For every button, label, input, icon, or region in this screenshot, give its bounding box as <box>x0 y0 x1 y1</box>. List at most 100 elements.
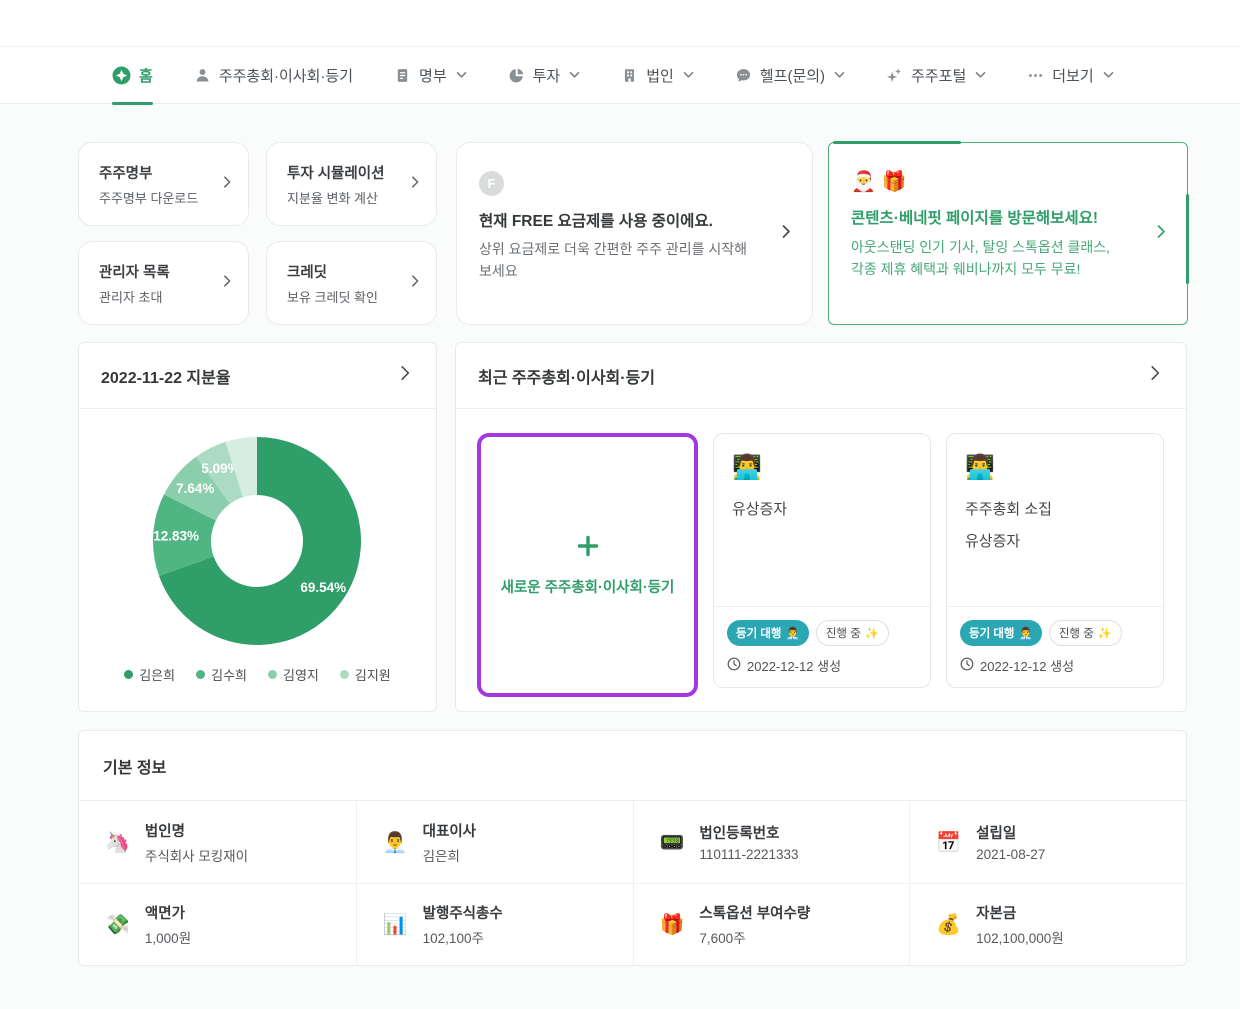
nav-tab-more[interactable]: 더보기 <box>1027 47 1113 104</box>
free-plan-card[interactable]: F 현재 FREE 요금제를 사용 중이에요. 상위 요금제로 더욱 간편한 주… <box>456 142 813 325</box>
recent-card-body: 새로운 주주총회·이사회·등기 👨‍💻 유상증자 등기 대행 👨‍💼 <box>456 409 1186 697</box>
nav-tab-help[interactable]: 헬프(문의) <box>735 47 845 104</box>
nav-tab-registry[interactable]: 명부 <box>394 47 467 104</box>
nav-tab-investment[interactable]: 투자 <box>508 47 581 104</box>
quick-card-admin-list[interactable]: 관리자 목록 관리자 초대 <box>78 241 249 325</box>
event-card-meeting-capital-increase[interactable]: 👨‍💻 주주총회 소집 유상증자 등기 대행 👨‍💼 진행 중 <box>946 433 1164 688</box>
more-dots-icon <box>1027 67 1044 84</box>
building-icon <box>621 67 638 84</box>
nav-tab-general-meetings[interactable]: 주주총회·이사회·등기 <box>194 47 353 104</box>
in-progress-badge: 진행 중 ✨ <box>816 620 889 646</box>
chevron-right-icon <box>220 175 234 194</box>
nav-label: 법인 <box>646 65 674 86</box>
quick-card-title: 주주명부 <box>99 162 198 183</box>
info-cell-stock-options: 🎁 스톡옵션 부여수량 7,600주 <box>633 883 910 965</box>
info-label: 법인등록번호 <box>699 822 798 843</box>
quick-card-subtitle: 주주명부 다운로드 <box>99 188 198 207</box>
info-value: 7,600주 <box>699 927 810 947</box>
in-progress-badge: 진행 중 ✨ <box>1049 620 1122 646</box>
money-bag-emoji: 💰 <box>936 912 961 937</box>
quick-card-shareholder-list[interactable]: 주주명부 주주명부 다운로드 <box>78 142 249 226</box>
clock-icon <box>727 657 741 674</box>
office-worker-emoji: 👨‍💼 <box>383 830 408 855</box>
recent-card-header: 최근 주주총회·이사회·등기 <box>456 343 1186 409</box>
legend-name: 김영지 <box>283 665 319 684</box>
main-navbar: 홈 주주총회·이사회·등기 명부 투자 법인 <box>0 47 1240 104</box>
technologist-emoji: 👨‍💻 <box>965 453 1145 482</box>
info-value: 2021-08-27 <box>976 847 1045 862</box>
pager-emoji: 📟 <box>660 830 685 855</box>
legend-dot <box>196 670 205 679</box>
ownership-card: 2022-11-22 지분율 69.54%12.83%7.64%5.09% 김은… <box>78 342 437 712</box>
sparkles-emoji: ✨ <box>865 626 879 640</box>
ownership-card-header: 2022-11-22 지분율 <box>79 343 436 409</box>
info-label: 액면가 <box>145 902 191 923</box>
info-label: 자본금 <box>976 902 1064 923</box>
gift-emoji: 🎁 <box>660 912 685 937</box>
promo-title: 콘텐츠·베네핏 페이지를 방문해보세요! <box>851 206 1165 228</box>
event-title-line2: 유상증자 <box>965 526 1145 558</box>
chevron-right-icon[interactable] <box>1146 364 1164 387</box>
nav-label: 홈 <box>139 65 153 86</box>
nav-tab-corporation[interactable]: 법인 <box>621 47 694 104</box>
legend-name: 김지원 <box>355 665 391 684</box>
legend-dot <box>340 670 349 679</box>
nav-label: 명부 <box>419 65 447 86</box>
legend-item: 김영지 <box>268 665 319 684</box>
quick-card-subtitle: 보유 크레딧 확인 <box>287 287 378 306</box>
legend-item: 김지원 <box>340 665 391 684</box>
top-blank-band <box>0 0 1240 47</box>
santa-gift-emoji: 🎅 🎁 <box>851 169 1165 194</box>
plus-icon <box>576 534 600 563</box>
event-card-capital-increase[interactable]: 👨‍💻 유상증자 등기 대행 👨‍💼 진행 중 ✨ <box>713 433 931 688</box>
chevron-down-icon <box>456 71 467 79</box>
chevron-right-icon[interactable] <box>396 364 414 387</box>
unicorn-emoji: 🦄 <box>105 830 130 855</box>
donut-segment-label: 69.54% <box>300 580 346 595</box>
registration-agency-badge: 등기 대행 👨‍💼 <box>727 620 809 646</box>
info-value: 110111-2221333 <box>699 847 798 862</box>
quick-card-subtitle: 지분율 변화 계산 <box>287 188 384 207</box>
event-title-line1: 주주총회 소집 <box>965 494 1145 526</box>
plan-title: 현재 FREE 요금제를 사용 중이에요. <box>479 209 790 231</box>
info-value: 주식회사 모킹재이 <box>145 845 248 865</box>
registration-agency-badge: 등기 대행 👨‍💼 <box>960 620 1042 646</box>
nav-tab-shareholder-portal[interactable]: 주주포털 <box>886 47 986 104</box>
middle-row: 2022-11-22 지분율 69.54%12.83%7.64%5.09% 김은… <box>78 342 1240 712</box>
ownership-chart-area: 69.54%12.83%7.64%5.09% 김은희김수희김영지김지원 <box>79 409 436 684</box>
promo-line1: 아웃스탠딩 인기 기사, 탈잉 스톡옵션 클래스, <box>851 237 1165 259</box>
nav-label: 주주총회·이사회·등기 <box>219 65 353 86</box>
info-cell-ceo: 👨‍💼 대표이사 김은희 <box>356 801 633 883</box>
quick-card-credit[interactable]: 크레딧 보유 크레딧 확인 <box>266 241 437 325</box>
chevron-down-icon <box>1103 71 1114 79</box>
money-wings-emoji: 💸 <box>105 912 130 937</box>
quick-card-title: 투자 시뮬레이션 <box>287 162 384 183</box>
benefit-promo-card[interactable]: 🎅 🎁 콘텐츠·베네핏 페이지를 방문해보세요! 아웃스탠딩 인기 기사, 탈잉… <box>828 142 1188 325</box>
pie-icon <box>508 67 525 84</box>
basic-info-title: 기본 정보 <box>79 731 1186 801</box>
plan-badge: F <box>479 171 504 196</box>
quick-card-investment-simulation[interactable]: 투자 시뮬레이션 지분율 변화 계산 <box>266 142 437 226</box>
info-cell-founding-date: 📅 설립일 2021-08-27 <box>909 801 1186 883</box>
event-title-line1: 유상증자 <box>732 494 912 526</box>
person-icon <box>194 67 211 84</box>
info-value: 102,100주 <box>423 927 503 947</box>
chevron-down-icon <box>975 71 986 79</box>
info-label: 설립일 <box>976 822 1045 843</box>
basic-info-grid: 🦄 법인명 주식회사 모킹재이 👨‍💼 대표이사 김은희 📟 법인등록번호 11… <box>79 801 1186 965</box>
recent-registrations-card: 최근 주주총회·이사회·등기 새로운 주주총회·이사회·등기 👨‍💻 유상증자 <box>455 342 1187 712</box>
sparkles-icon <box>886 67 903 84</box>
info-label: 법인명 <box>145 820 248 841</box>
new-registration-card[interactable]: 새로운 주주총회·이사회·등기 <box>477 433 698 697</box>
chat-icon <box>735 67 752 84</box>
nav-tab-home[interactable]: 홈 <box>112 47 153 104</box>
legend-item: 김수희 <box>196 665 247 684</box>
chart-legend: 김은희김수희김영지김지원 <box>79 665 436 684</box>
promo-line2: 각종 제휴 혜택과 웨비나까지 모두 무료! <box>851 259 1165 281</box>
nav-label: 투자 <box>533 65 561 86</box>
calendar-emoji: 📅 <box>936 830 961 855</box>
info-label: 대표이사 <box>423 820 476 841</box>
chevron-right-icon <box>220 274 234 293</box>
event-created-date: 2022-12-12 생성 <box>747 656 841 675</box>
info-cell-par-value: 💸 액면가 1,000원 <box>79 883 356 965</box>
